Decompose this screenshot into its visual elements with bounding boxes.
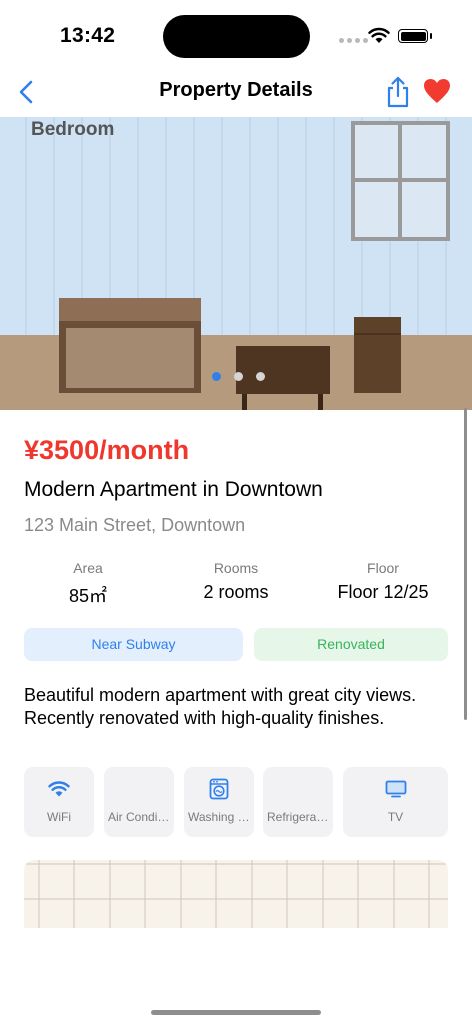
- wifi-status-icon: [368, 27, 390, 43]
- dynamic-island: [163, 15, 310, 58]
- nightstand: [354, 317, 401, 393]
- status-bar: 13:42: [0, 0, 472, 70]
- floor-plan[interactable]: [24, 860, 448, 928]
- page-dot-2[interactable]: [234, 372, 243, 381]
- amenity-refrigerator[interactable]: Refrigerator: [263, 767, 333, 837]
- bedroom-photo: [0, 117, 472, 410]
- page-dot-1[interactable]: [212, 372, 221, 381]
- page-indicator: [212, 372, 265, 381]
- property-stats: Area 85㎡ Rooms 2 rooms Floor Floor 12/25: [0, 560, 472, 610]
- battery-icon: [398, 29, 428, 43]
- wifi-icon: [24, 777, 94, 801]
- amenity-label: Air Conditioning: [108, 810, 170, 824]
- property-title: Modern Apartment in Downtown: [24, 478, 323, 501]
- navigation-bar: Property Details: [0, 70, 472, 116]
- photo-carousel[interactable]: Bedroom: [0, 117, 472, 410]
- stat-value: 2 rooms: [203, 582, 269, 602]
- tag-near-subway: Near Subway: [24, 628, 243, 661]
- amenity-air-conditioning[interactable]: Air Conditioning: [104, 767, 174, 837]
- stat-value: 85㎡: [68, 586, 108, 606]
- stat-label: Area: [73, 560, 103, 576]
- cellular-signal-icon: [339, 38, 368, 43]
- bed: [59, 298, 201, 393]
- amenity-label: TV: [387, 810, 404, 824]
- amenity-wifi[interactable]: WiFi: [24, 767, 94, 837]
- amenity-label: Refrigerator: [267, 810, 329, 824]
- stat-label: Floor: [367, 560, 399, 576]
- amenity-label: Washing Machine: [188, 810, 250, 824]
- amenities-list: WiFi Air Conditioning Washing Machine Re…: [24, 767, 448, 837]
- tv-icon: [343, 777, 448, 801]
- room-label: Bedroom: [31, 119, 115, 140]
- amenity-label: WiFi: [47, 810, 71, 824]
- favorite-button[interactable]: [423, 78, 451, 104]
- stat-value: Floor 12/25: [337, 582, 429, 602]
- stat-label: Rooms: [213, 560, 259, 576]
- stat-area: Area 85㎡: [18, 560, 158, 608]
- battery-cap: [430, 33, 432, 39]
- amenity-washing-machine[interactable]: Washing Machine: [184, 767, 254, 837]
- home-indicator[interactable]: [151, 1010, 321, 1015]
- property-description: Beautiful modern apartment with great ci…: [24, 685, 417, 728]
- amenity-tv[interactable]: TV: [343, 767, 448, 837]
- washing-machine-icon: [184, 777, 254, 801]
- window: [351, 121, 450, 241]
- stat-floor: Floor Floor 12/25: [313, 560, 453, 603]
- price: ¥3500/month: [24, 435, 190, 465]
- stat-rooms: Rooms 2 rooms: [166, 560, 306, 603]
- property-address: 123 Main Street, Downtown: [24, 515, 246, 535]
- page-dot-3[interactable]: [256, 372, 265, 381]
- floor-plan-grid: [24, 860, 448, 928]
- tag-renovated: Renovated: [254, 628, 448, 661]
- share-button[interactable]: [384, 76, 412, 108]
- status-time: 13:42: [60, 24, 116, 47]
